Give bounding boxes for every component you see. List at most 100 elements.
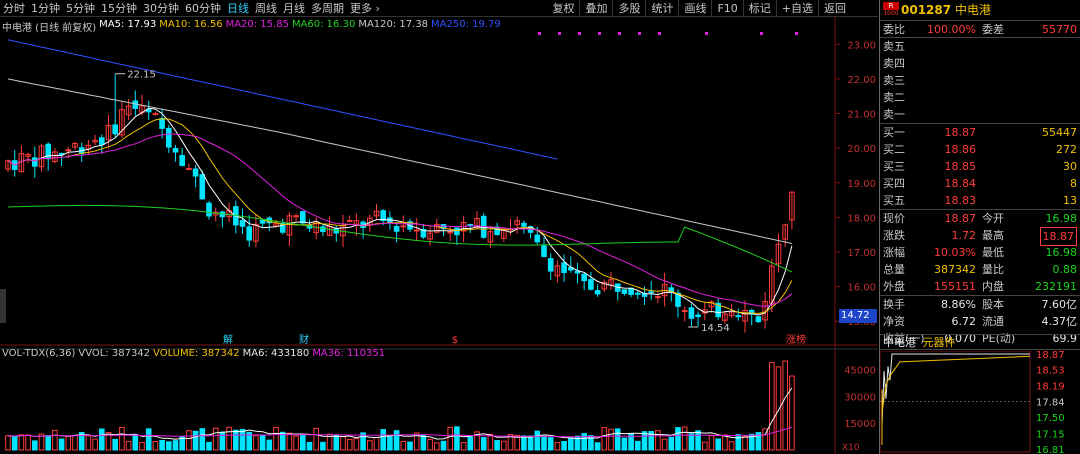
- mini-axis-label: 18.53: [1036, 366, 1065, 377]
- volume-bar: [72, 435, 78, 451]
- volume-bar: [340, 436, 346, 451]
- tab-6[interactable]: 日线: [224, 0, 252, 17]
- buy-volume: 272: [1056, 143, 1077, 156]
- signal-dot: [705, 32, 708, 35]
- toolbar-button-6[interactable]: 标记: [742, 0, 776, 17]
- fundamental-label: 换手: [883, 298, 905, 311]
- volume-bar: [594, 442, 601, 451]
- toolbar-button-8[interactable]: 返回: [818, 0, 851, 17]
- volume-bar: [608, 428, 614, 451]
- tab-8[interactable]: 月线: [280, 0, 308, 17]
- volume-bar: [501, 440, 507, 451]
- price-axis-label: 21.00: [847, 110, 876, 121]
- candle-body: [494, 226, 500, 236]
- mini-stock-name[interactable]: 中电港: [883, 336, 916, 349]
- volume-bar: [58, 438, 65, 451]
- mini-avg-line: [881, 355, 1031, 413]
- tab-3[interactable]: 15分钟: [98, 0, 140, 17]
- tab-7[interactable]: 周线: [252, 0, 280, 17]
- r-badge: R 1000: [883, 2, 899, 18]
- toolbar-button-5[interactable]: F10: [711, 0, 742, 17]
- buy-row: 买二 18.86 272: [880, 141, 1080, 158]
- volume-bar: [447, 426, 453, 451]
- buy-label: 买二: [883, 143, 905, 156]
- toolbar-button-1[interactable]: 叠加: [579, 0, 612, 17]
- toolbar-button-7[interactable]: +自选: [775, 0, 818, 17]
- fundamental-value: 6.72: [951, 315, 977, 328]
- stat-value: 16.98: [1045, 212, 1078, 225]
- badge-bottom: 1000: [883, 10, 899, 18]
- stock-code: 001287: [901, 3, 952, 17]
- toolbar-button-4[interactable]: 画线: [678, 0, 711, 17]
- mini-price-line: [881, 353, 1030, 427]
- mini-axis-label: 18.87: [1036, 351, 1065, 361]
- tab-0[interactable]: 分时: [0, 0, 28, 17]
- volume-bar: [199, 428, 206, 451]
- volume-axis-label: 45000: [844, 366, 876, 377]
- buy-row: 买一 18.87 55447: [880, 124, 1080, 141]
- volume-bar: [420, 434, 427, 451]
- volume-bar: [99, 428, 105, 451]
- volume-bar: [259, 434, 266, 451]
- volume-bar: [641, 431, 648, 451]
- candle-body: [695, 314, 701, 317]
- volume-bar: [226, 426, 232, 451]
- sell-row: 卖一: [880, 106, 1080, 123]
- candle-body: [239, 220, 246, 227]
- volume-bar: [668, 436, 675, 451]
- stat-row: 涨跌 1.72 最高 18.87: [880, 227, 1080, 246]
- stat-value: 232191: [1035, 280, 1077, 293]
- tab-5[interactable]: 60分钟: [182, 0, 224, 17]
- mini-sector-name[interactable]: 元器件: [923, 336, 956, 349]
- sell-label: 卖三: [883, 74, 905, 87]
- buy-label: 买四: [883, 177, 905, 190]
- low-price-label: 14.54: [701, 323, 730, 334]
- toolbar-button-0[interactable]: 复权: [547, 0, 579, 17]
- candle-body: [454, 227, 460, 236]
- stat-row: 外盘 155151 内盘 232191: [880, 278, 1080, 295]
- volume-bar: [132, 434, 139, 451]
- mini-intraday-chart[interactable]: 18.87 18.53 18.19 17.84 17.50 17.15 16.81: [880, 351, 1080, 454]
- candle-body: [246, 226, 252, 241]
- buy-price: 18.87: [944, 126, 977, 139]
- tab-9[interactable]: 多周期: [308, 0, 347, 17]
- stat-value: 10.03%: [934, 246, 976, 259]
- mini-axis-label: 17.84: [1036, 398, 1065, 409]
- mini-frame: [880, 351, 1031, 453]
- volume-bar: [239, 428, 246, 451]
- volume-bar: [554, 442, 561, 451]
- volume-bar: [65, 435, 72, 451]
- candle-body: [346, 219, 353, 222]
- volume-bar: [655, 430, 661, 451]
- stat-row: 现价 18.87 今开 16.98: [880, 210, 1080, 227]
- candle-body: [206, 202, 212, 217]
- candle-body: [380, 210, 386, 221]
- period-toolbar: 分时 1分钟 5分钟 15分钟 30分钟 60分钟 日线 周线 月线 多周期 更多 › 复权 叠加 多股…: [0, 0, 878, 17]
- volume-bar: [273, 426, 279, 451]
- candles: [5, 73, 795, 451]
- tab-1[interactable]: 1分钟: [28, 0, 63, 17]
- high-price-label: 22.15: [127, 70, 156, 81]
- toolbar-button-3[interactable]: 统计: [645, 0, 678, 17]
- stat-label: 内盘: [982, 280, 1004, 293]
- volume-bar: [266, 439, 273, 451]
- tab-10[interactable]: 更多 ›: [347, 0, 383, 17]
- signal-dot: [760, 32, 763, 35]
- event-marker: 涨榜: [786, 333, 806, 346]
- volume-bar: [192, 430, 199, 451]
- tab-2[interactable]: 5分钟: [63, 0, 98, 17]
- volume-bar: [233, 429, 239, 451]
- volume-bar: [306, 441, 313, 451]
- candle-body: [259, 219, 266, 224]
- volume-bar: [387, 436, 393, 451]
- volume-bar: [333, 434, 340, 451]
- signal-dot: [795, 32, 798, 35]
- fundamental-row: 换手 8.86% 股本 7.60亿: [880, 296, 1080, 313]
- buy-price: 18.85: [944, 160, 977, 173]
- kline-chart[interactable]: 23.00 22.00 21.00 20.00 19.00 18.00 17.00 16.00…: [0, 17, 878, 454]
- tab-4[interactable]: 30分钟: [140, 0, 182, 17]
- volume-bar: [400, 440, 407, 451]
- toolbar-button-2[interactable]: 多股: [612, 0, 645, 17]
- weibi-row: 委比 100.00% 委差 55770: [880, 21, 1080, 38]
- candle-body: [32, 157, 38, 167]
